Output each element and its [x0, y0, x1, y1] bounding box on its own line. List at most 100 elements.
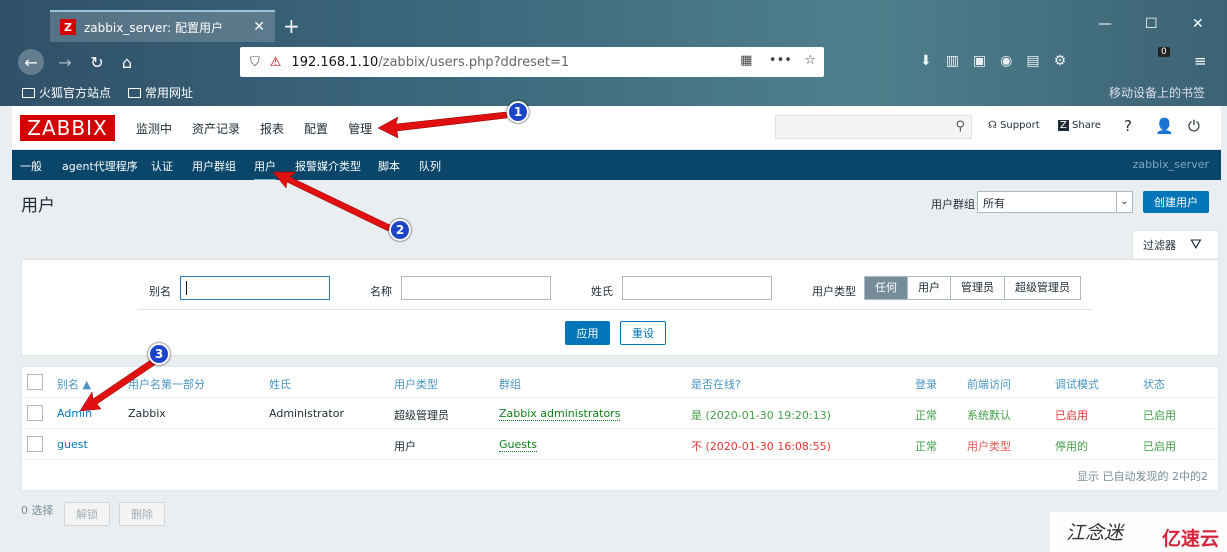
qr-code-icon[interactable]: ▦ [740, 53, 752, 68]
forward-icon[interactable]: → [52, 49, 78, 75]
zabbix-logo[interactable]: ZABBIX [20, 115, 115, 141]
groups-link[interactable]: Guests [499, 438, 538, 452]
menu-inventory[interactable]: 资产记录 [192, 120, 240, 139]
url-host: 192.168.1.10 [291, 54, 379, 70]
shield-icon: ⛉ [250, 54, 260, 70]
name-label: 名称 [370, 285, 392, 298]
usergroup-label: 用户群组 [931, 198, 975, 211]
sign-out-icon[interactable]: ⏻ [1188, 117, 1200, 135]
create-user-button[interactable]: 创建用户 [1143, 191, 1209, 213]
col-alias[interactable]: 别名 ▲ [57, 376, 91, 392]
user-status[interactable]: 已启用 [1143, 407, 1176, 423]
mobile-bookmarks[interactable]: 移动设备上的书签 [1109, 84, 1205, 101]
select-all-checkbox[interactable] [27, 374, 43, 390]
unblock-button[interactable]: 解锁 [64, 502, 110, 526]
reload-icon[interactable]: ↻ [84, 49, 110, 75]
user-profile-icon[interactable]: 👤 [1155, 117, 1174, 135]
bookmark-common[interactable]: 常用网址 [128, 84, 193, 101]
menu-administration[interactable]: 管理 [348, 120, 372, 139]
menu-monitoring[interactable]: 监测中 [136, 120, 172, 139]
submenu-general[interactable]: 一般 [20, 158, 42, 174]
col-surname[interactable]: 姓氏 [269, 376, 291, 392]
submenu-scripts[interactable]: 脚本 [378, 158, 400, 174]
alias-label: 别名 [149, 285, 171, 298]
tab-bar: Z zabbix_server: 配置用户 ✕ + — ☐ ✕ [0, 8, 1227, 42]
online-status: 是 (2020-01-30 19:20:13) [691, 409, 831, 422]
bookmark-star-icon[interactable]: ☆ [804, 53, 816, 68]
minimize-icon[interactable]: — [1098, 16, 1112, 32]
delete-button[interactable]: 删除 [119, 502, 165, 526]
url-actions: ▦ ••• ☆ [740, 53, 816, 68]
tab-close-icon[interactable]: ✕ [253, 19, 265, 35]
more-icon[interactable]: ••• [769, 53, 792, 68]
annotation-badge-1: 1 [507, 101, 529, 123]
alias-input[interactable] [180, 276, 330, 300]
name-input[interactable] [401, 276, 551, 300]
col-groups: 群组 [499, 378, 521, 391]
selected-count: 0 选择 [21, 504, 54, 517]
col-status: 状态 [1143, 378, 1165, 391]
type-super-admin[interactable]: 超级管理员 [1005, 277, 1080, 299]
filter-panel: 别名 名称 姓氏 用户类型 任何 用户 管理员 超级管理员 应用 重设 [21, 259, 1219, 356]
menu-icon[interactable]: ≡ [1194, 52, 1207, 70]
groups-link[interactable]: Zabbix administrators [499, 407, 621, 421]
row-checkbox[interactable] [27, 436, 43, 452]
search-input[interactable]: ⚲ [775, 115, 972, 139]
window-close-icon[interactable]: ✕ [1192, 16, 1204, 32]
submenu-authentication[interactable]: 认证 [151, 158, 173, 174]
share-label: Share [1072, 120, 1101, 131]
online-status: 不 (2020-01-30 16:08:55) [691, 440, 831, 453]
new-tab-icon[interactable]: + [283, 14, 300, 38]
zabbix-header: ZABBIX 监测中 资产记录 报表 配置 管理 ⚲ ☊ Support Z S… [12, 106, 1221, 150]
user-type-label: 用户类型 [812, 285, 856, 298]
col-name[interactable]: 用户名第一部分 [128, 376, 205, 392]
type-admin[interactable]: 管理员 [951, 277, 1005, 299]
watermark-text: 江念迷 [1066, 522, 1124, 544]
menu-configuration[interactable]: 配置 [304, 120, 328, 139]
url-path: /zabbix/users.php?ddreset=1 [378, 54, 570, 70]
submenu-media-types[interactable]: 报警媒介类型 [295, 158, 361, 174]
bookmark-label: 火狐官方站点 [39, 86, 112, 100]
filter-icon: ⛛ [1190, 236, 1202, 253]
col-type[interactable]: 用户类型 [394, 376, 438, 392]
url-bar[interactable]: ⛉ ⚠ 192.168.1.10 /zabbix/users.php?ddres… [240, 47, 824, 77]
login-status: 正常 [915, 409, 937, 422]
maximize-icon[interactable]: ☐ [1145, 16, 1158, 32]
annotation-badge-3: 3 [148, 343, 170, 365]
toolbar-icons[interactable]: ⬇▥▣◉▤⚙ [920, 53, 1080, 69]
nav-bar: ← → ↻ ⌂ ⛉ ⚠ 192.168.1.10 /zabbix/users.p… [0, 44, 1227, 80]
usergroup-select[interactable]: 所有 ⌄ [977, 191, 1133, 213]
extension-badge: 0 [1158, 47, 1170, 57]
debug-mode[interactable]: 停用的 [1055, 438, 1088, 454]
menu-reports[interactable]: 报表 [260, 120, 284, 139]
alias-link[interactable]: guest [57, 438, 88, 451]
apply-button[interactable]: 应用 [565, 321, 610, 345]
row-checkbox[interactable] [27, 405, 43, 421]
type-any[interactable]: 任何 [865, 277, 908, 299]
browser-tab[interactable]: Z zabbix_server: 配置用户 ✕ [50, 10, 275, 42]
submenu-queue[interactable]: 队列 [419, 158, 441, 174]
help-icon[interactable]: ? [1124, 117, 1132, 135]
share-logo-icon: Z [1058, 120, 1069, 131]
filter-tab-label: 过滤器 [1143, 238, 1176, 252]
reset-button[interactable]: 重设 [620, 321, 666, 345]
surname-input[interactable] [622, 276, 772, 300]
filter-tab[interactable]: 过滤器 ⛛ [1132, 230, 1219, 258]
back-icon[interactable]: ← [18, 49, 44, 75]
tab-title: zabbix_server: 配置用户 [84, 20, 223, 35]
support-link[interactable]: ☊ Support [988, 120, 1040, 131]
submenu-user-groups[interactable]: 用户群组 [192, 158, 236, 174]
debug-mode[interactable]: 已启用 [1055, 407, 1088, 423]
type-user[interactable]: 用户 [908, 277, 951, 299]
user-status[interactable]: 已启用 [1143, 438, 1176, 454]
server-name: zabbix_server [1132, 158, 1209, 171]
annotation-badge-2: 2 [389, 219, 411, 241]
alias-link[interactable]: Admin [57, 407, 92, 420]
submenu-users[interactable]: 用户 [254, 158, 276, 182]
name-cell: Zabbix [128, 407, 166, 420]
home-icon[interactable]: ⌂ [114, 49, 140, 75]
bookmark-firefox[interactable]: 火狐官方站点 [22, 84, 111, 101]
submenu-proxies[interactable]: agent代理程序 [62, 158, 138, 174]
share-link[interactable]: Z Share [1058, 120, 1101, 131]
user-type-radio: 任何 用户 管理员 超级管理员 [864, 276, 1081, 300]
